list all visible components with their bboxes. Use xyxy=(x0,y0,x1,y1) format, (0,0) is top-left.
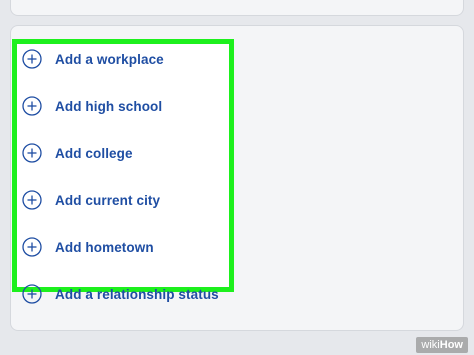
add-relationship-status-button[interactable]: Add a relationship status xyxy=(22,281,219,307)
plus-circle-icon xyxy=(22,96,42,116)
item-label: Add high school xyxy=(55,98,163,114)
add-workplace-button[interactable]: Add a workplace xyxy=(22,46,164,72)
plus-circle-icon xyxy=(22,190,42,210)
item-label: Add a relationship status xyxy=(55,286,219,302)
previous-card xyxy=(10,0,464,16)
wikihow-watermark: wiki How xyxy=(416,337,468,353)
add-college-button[interactable]: Add college xyxy=(22,140,133,166)
watermark-part2: How xyxy=(439,339,463,351)
item-label: Add college xyxy=(55,145,133,161)
plus-circle-icon xyxy=(22,237,42,257)
plus-circle-icon xyxy=(22,49,42,69)
add-high-school-button[interactable]: Add high school xyxy=(22,93,162,119)
plus-circle-icon xyxy=(22,284,42,304)
watermark-part1: wiki xyxy=(421,339,440,351)
item-label: Add hometown xyxy=(55,239,154,255)
item-label: Add current city xyxy=(55,192,161,208)
add-hometown-button[interactable]: Add hometown xyxy=(22,234,154,260)
item-label: Add a workplace xyxy=(55,51,164,67)
plus-circle-icon xyxy=(22,143,42,163)
add-current-city-button[interactable]: Add current city xyxy=(22,187,160,213)
